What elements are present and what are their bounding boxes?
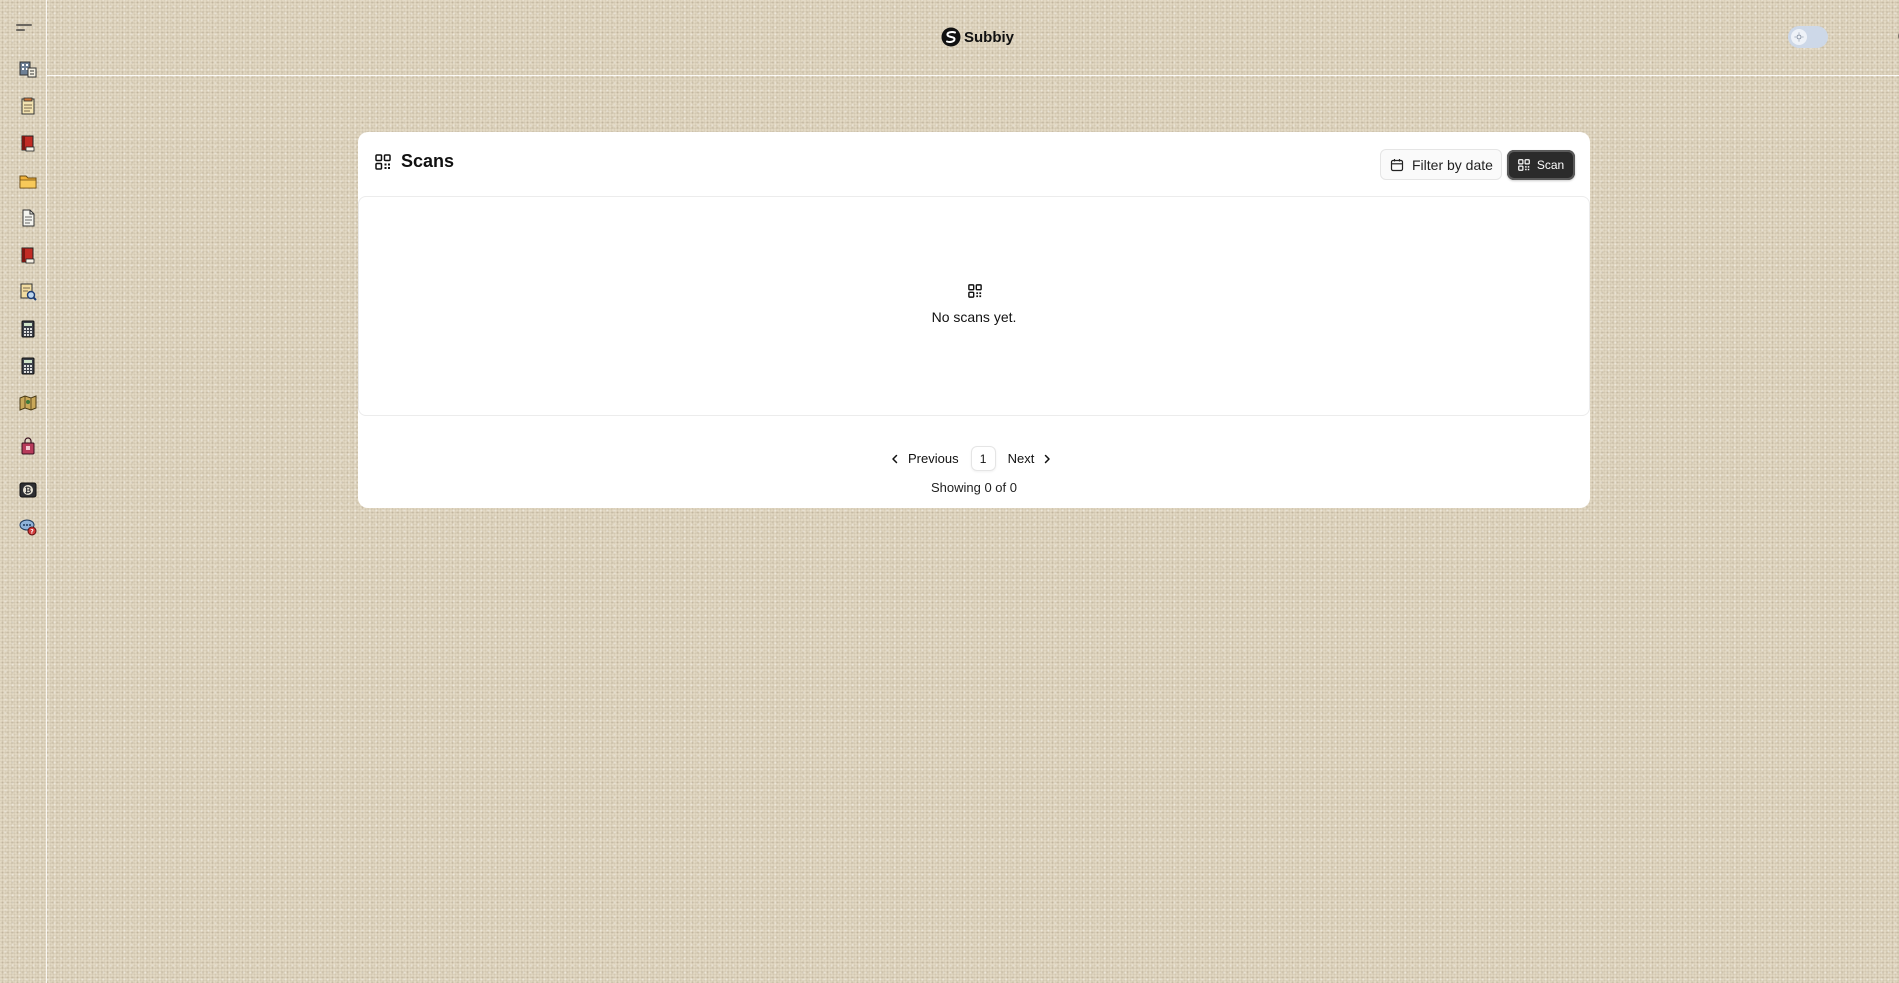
sidebar-item-document-search-icon[interactable] xyxy=(19,283,37,301)
sidebar-item-building-document-icon[interactable] xyxy=(19,60,37,78)
sidebar-item-red-book-icon[interactable] xyxy=(19,134,37,152)
sun-icon xyxy=(1791,29,1807,45)
qr-code-icon xyxy=(1517,159,1530,171)
svg-text:₿: ₿ xyxy=(25,486,32,495)
previous-page-button[interactable]: Previous xyxy=(890,451,959,466)
calendar-icon xyxy=(1390,158,1404,171)
empty-message: No scans yet. xyxy=(931,309,1017,325)
brand[interactable]: Subbiy xyxy=(941,27,1014,47)
filter-by-date-button[interactable]: Filter by date xyxy=(1380,149,1502,180)
sidebar-item-folder-icon[interactable] xyxy=(19,172,37,190)
sidebar-item-calculator-icon[interactable] xyxy=(19,357,37,375)
scans-list-empty-state: No scans yet. xyxy=(358,196,1590,416)
sidebar-item-notepad-icon[interactable] xyxy=(19,97,37,115)
scans-card: Scans Filter by date Scan No scans yet. … xyxy=(358,132,1590,508)
svg-text:?: ? xyxy=(30,529,34,536)
results-count: Showing 0 of 0 xyxy=(930,480,1017,495)
sidebar-item-calculator-icon[interactable] xyxy=(19,320,37,338)
page-title: Scans xyxy=(401,151,455,171)
theme-toggle[interactable] xyxy=(1788,26,1828,48)
page-number-button[interactable]: 1 xyxy=(970,446,996,471)
chevron-left-icon xyxy=(892,454,898,463)
card-header: Scans xyxy=(375,151,454,172)
sidebar-item-page-icon[interactable] xyxy=(19,209,37,227)
scan-button-label: Scan xyxy=(1536,158,1565,172)
scan-button[interactable]: Scan xyxy=(1507,150,1575,180)
filter-by-date-label: Filter by date xyxy=(1412,156,1493,173)
sidebar: ₿ ? xyxy=(0,0,47,983)
qr-code-icon xyxy=(375,153,391,170)
subbiy-logo-icon xyxy=(941,27,961,47)
chevron-right-icon xyxy=(1045,454,1051,463)
next-label: Next xyxy=(1007,451,1035,466)
sidebar-item-chat-support-icon[interactable]: ? xyxy=(19,518,37,536)
next-page-button[interactable]: Next xyxy=(1008,451,1053,466)
menu-toggle-icon[interactable] xyxy=(16,24,33,36)
sidebar-item-shopping-bag-icon[interactable] xyxy=(19,437,37,455)
top-header: Subbiy xyxy=(47,0,1899,76)
sidebar-item-map-icon[interactable] xyxy=(19,394,37,412)
brand-name: Subbiy xyxy=(964,28,1015,46)
sidebar-item-bitcoin-icon[interactable]: ₿ xyxy=(19,481,37,499)
sidebar-item-red-book-icon[interactable] xyxy=(19,246,37,264)
previous-label: Previous xyxy=(908,451,959,466)
qr-code-icon xyxy=(968,284,982,303)
pagination: Previous 1 Next xyxy=(890,446,1052,471)
